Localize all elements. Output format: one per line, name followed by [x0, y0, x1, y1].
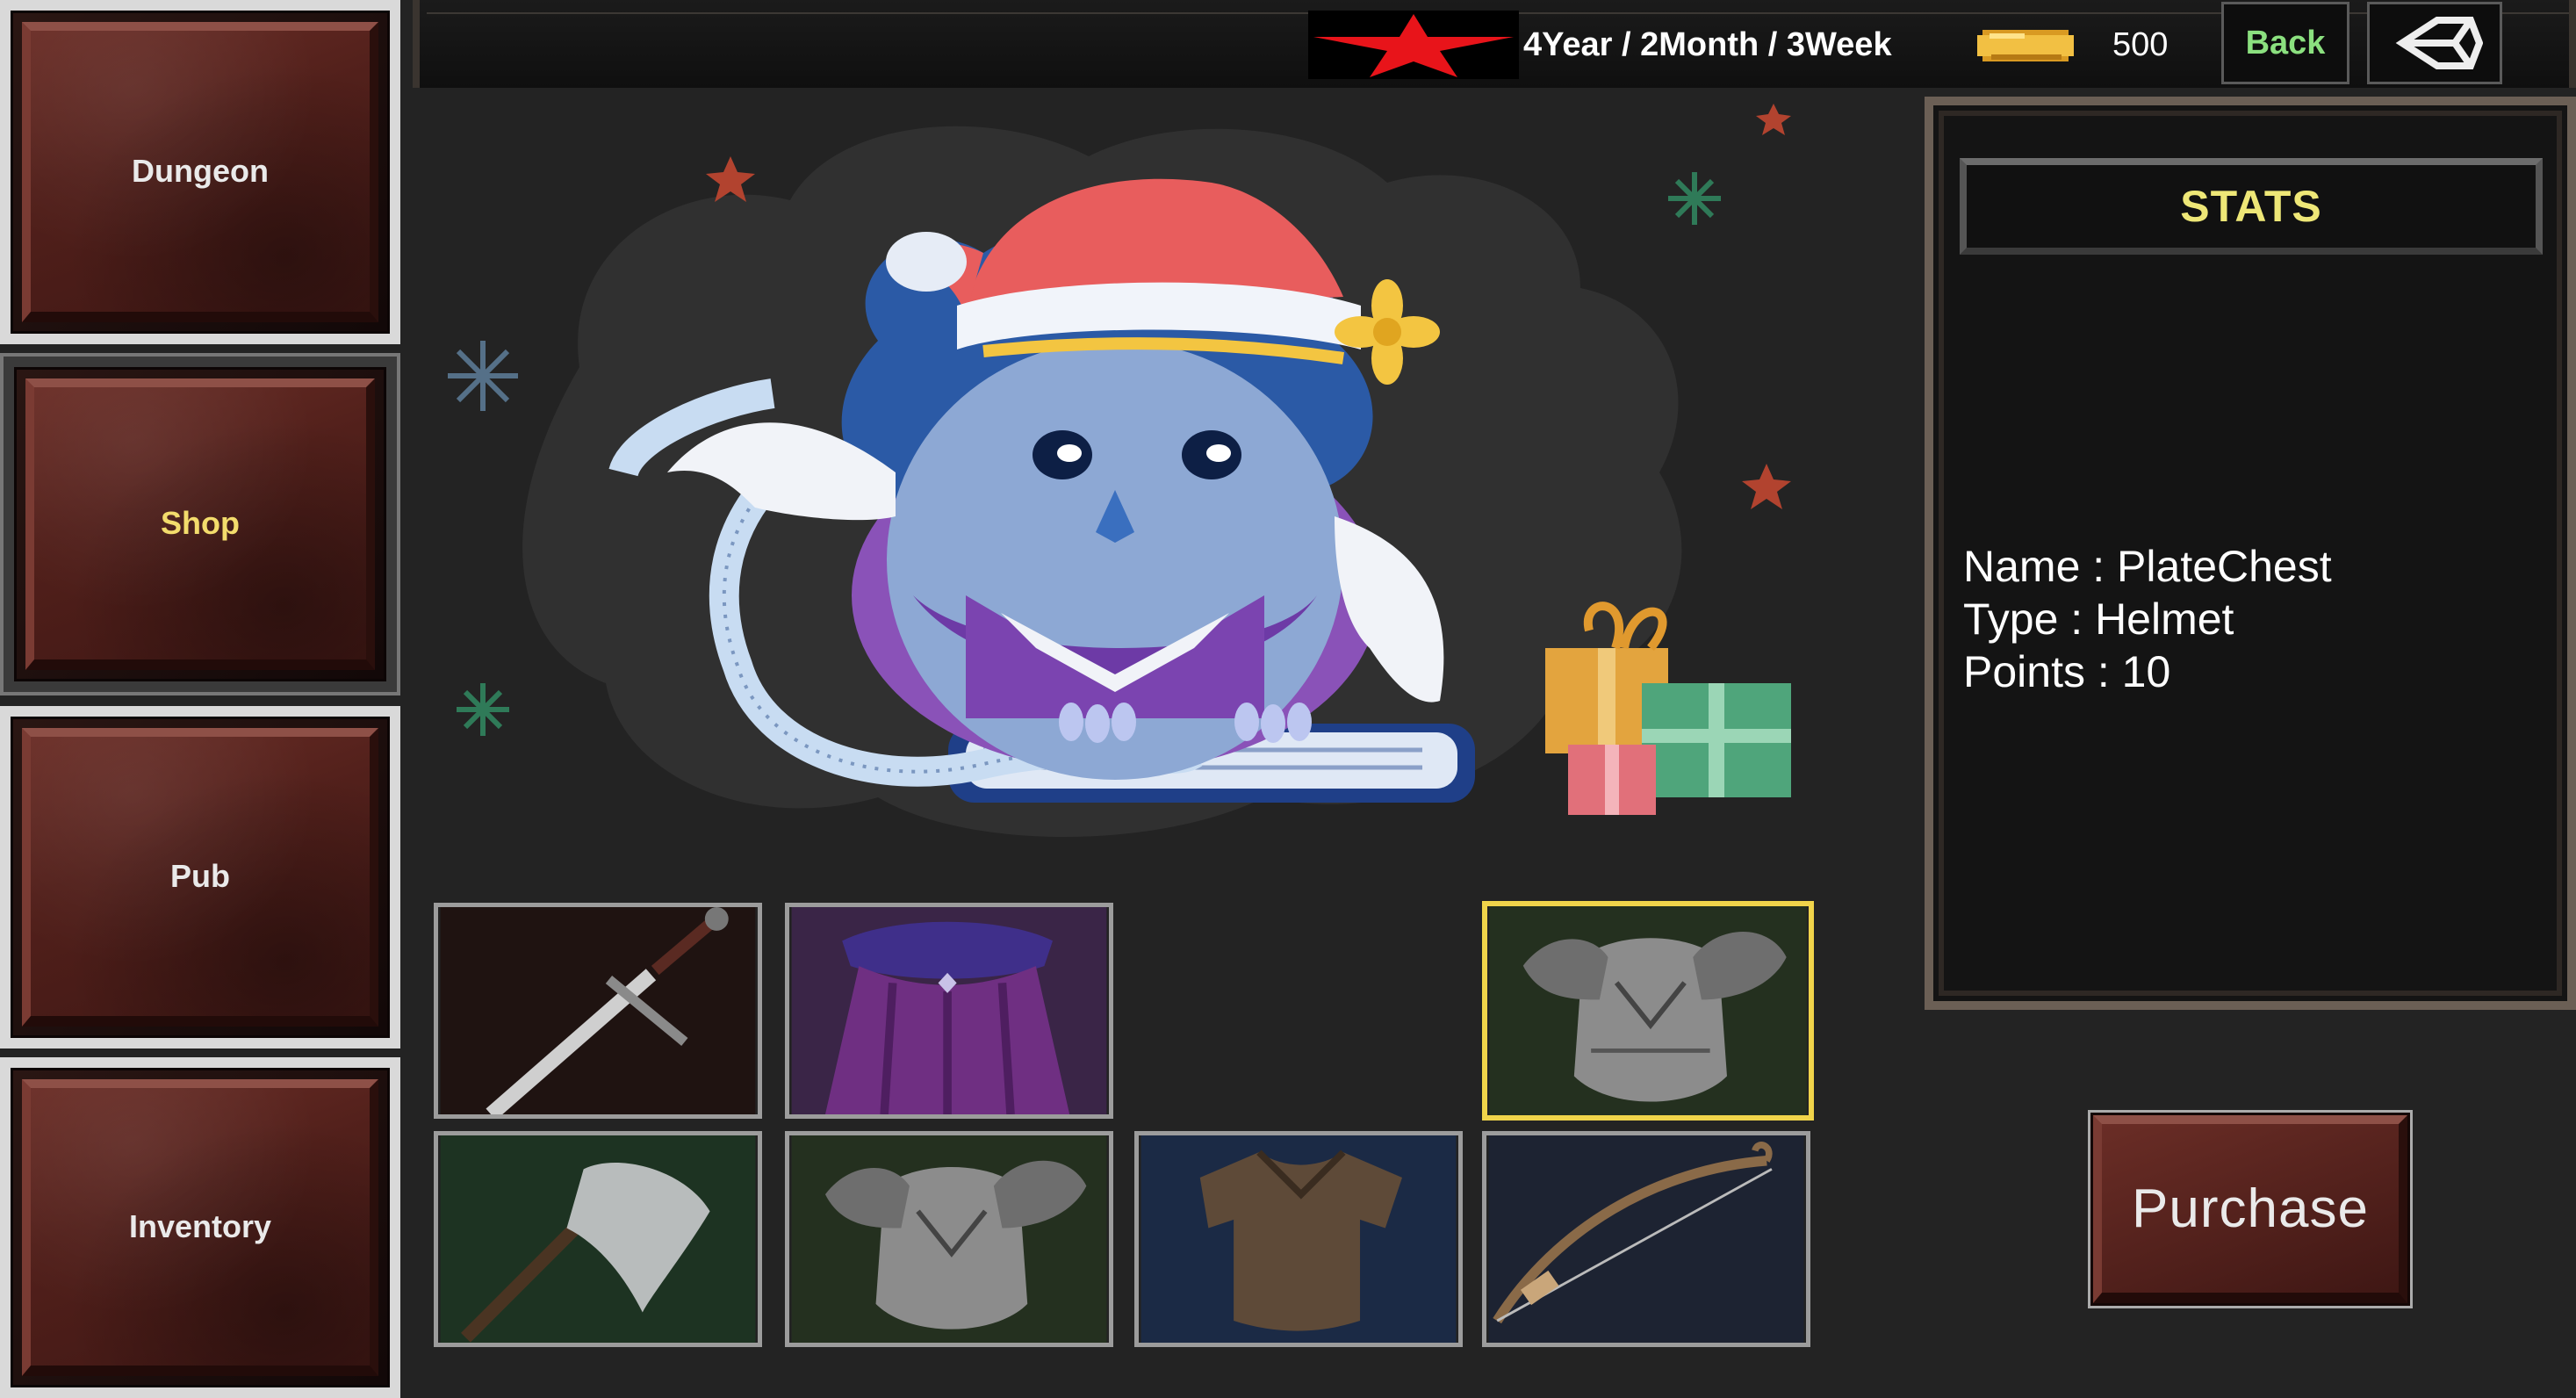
back-button[interactable]: Back: [2221, 2, 2349, 84]
gold-coin-icon: [1974, 25, 2077, 67]
shop-mascot-image: [421, 104, 1932, 876]
axe-icon: [440, 1135, 756, 1343]
leather-armor-icon: [1140, 1135, 1457, 1343]
stat-points: Points : 10: [1963, 647, 2171, 696]
nav-button-pub[interactable]: Pub: [0, 706, 400, 1048]
purchase-button[interactable]: Purchase: [2088, 1110, 2413, 1308]
gold-amount: 500: [2112, 26, 2169, 63]
stats-title: STATS: [2180, 182, 2322, 231]
nav-label-pub: Pub: [170, 858, 230, 894]
purchase-button-label: Purchase: [2132, 1178, 2369, 1239]
sword-icon: [440, 907, 756, 1114]
unity-icon[interactable]: [2367, 2, 2502, 84]
item-slot-purple-cloak[interactable]: [785, 903, 1113, 1119]
stats-header: STATS: [1960, 158, 2543, 255]
item-slot-bow[interactable]: [1482, 1131, 1810, 1347]
bow-icon: [1488, 1135, 1804, 1343]
back-button-label: Back: [2245, 24, 2326, 61]
item-slot-plate-chest[interactable]: [785, 1131, 1113, 1347]
item-slot-plate-chest-selected[interactable]: [1482, 901, 1814, 1121]
rank-star-icon: [1308, 11, 1519, 79]
plate-chest-icon: [1489, 906, 1807, 1115]
nav-label-dungeon: Dungeon: [132, 153, 269, 189]
plate-chest-icon: [791, 1135, 1107, 1343]
stat-name: Name : PlateChest: [1963, 542, 2332, 591]
nav-button-shop[interactable]: Shop: [0, 353, 400, 695]
item-slot-axe[interactable]: [434, 1131, 762, 1347]
nav-button-dungeon[interactable]: Dungeon: [0, 0, 400, 344]
game-date: 4Year / 2Month / 3Week: [1523, 26, 1892, 63]
nav-label-inventory: Inventory: [128, 1208, 272, 1244]
item-slot-leather-armor[interactable]: [1134, 1131, 1463, 1347]
nav-label-shop: Shop: [161, 505, 240, 541]
nav-button-inventory[interactable]: Inventory: [0, 1057, 400, 1398]
item-slot-sword[interactable]: [434, 903, 762, 1119]
stat-type: Type : Helmet: [1963, 595, 2234, 644]
purple-cloak-icon: [791, 907, 1107, 1114]
